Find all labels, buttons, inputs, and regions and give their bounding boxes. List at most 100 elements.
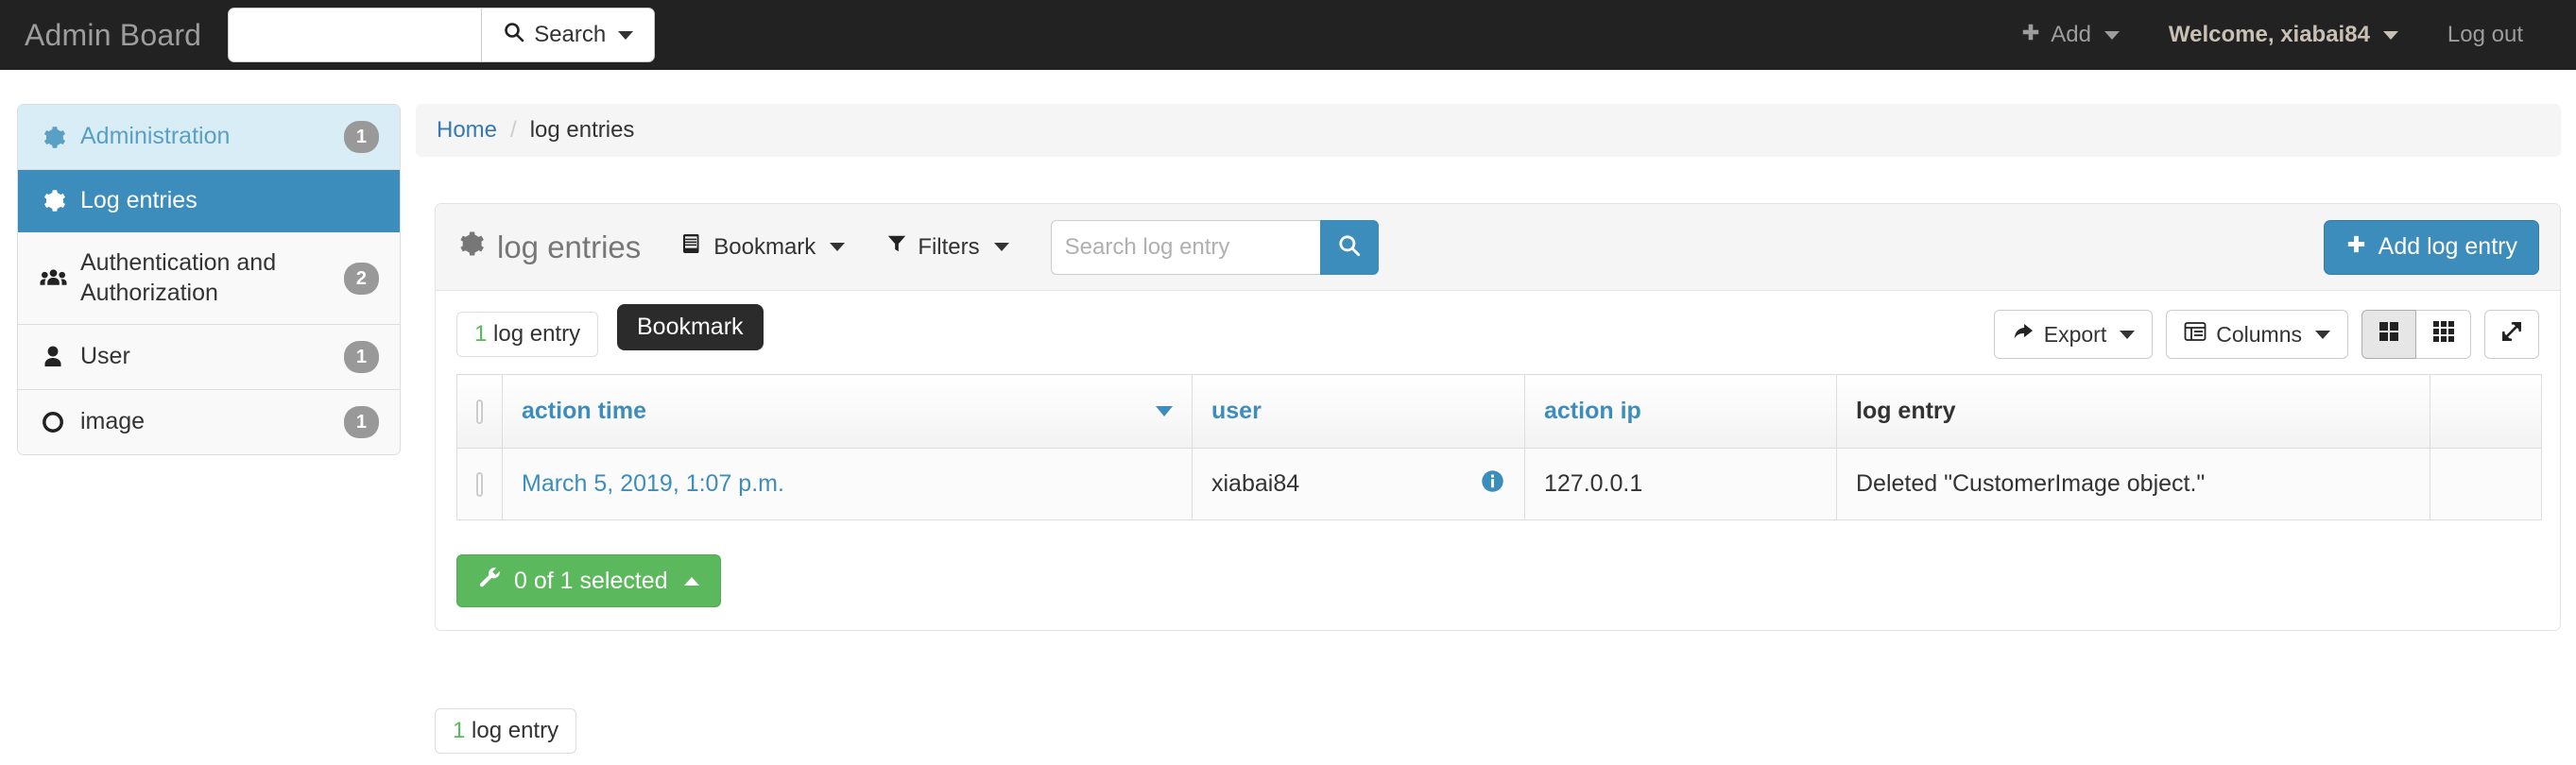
select-all-header — [456, 374, 503, 449]
sidebar-item-label: Administration — [80, 123, 231, 150]
columns-label: Columns — [2216, 321, 2302, 347]
gear-icon — [39, 125, 67, 150]
filters-dropdown[interactable]: Filters — [886, 233, 1009, 261]
wrench-icon — [478, 566, 502, 596]
column-header-user[interactable]: user — [1192, 374, 1525, 449]
search-icon — [1337, 233, 1362, 261]
sidebar-item-log-entries[interactable]: Log entries — [18, 170, 400, 233]
circle-icon — [39, 410, 67, 434]
user-value: xiabai84 — [1211, 470, 1300, 497]
sidebar-item-label: Authentication and Authorization — [80, 249, 277, 306]
sidebar-item-authentication-and-authorization[interactable]: Authentication and Authorization 2 — [18, 232, 400, 325]
cell-actions — [2430, 448, 2542, 520]
global-search-button[interactable]: Search — [481, 8, 656, 62]
sidebar-item-label: image — [80, 408, 146, 435]
expand-arrows-icon — [2499, 319, 2524, 349]
sidebar-item-badge: 1 — [343, 121, 379, 153]
table-row[interactable]: March 5, 2019, 1:07 p.m. xiabai84 127.0.… — [456, 448, 2542, 520]
bookmark-dropdown[interactable]: Bookmark — [680, 232, 846, 262]
columns-dropdown[interactable]: Columns — [2166, 310, 2348, 359]
export-label: Export — [2043, 321, 2107, 347]
brand-title[interactable]: Admin Board — [25, 18, 201, 53]
sidebar-item-administration[interactable]: Administration 1 — [18, 105, 400, 170]
panel-heading: log entries Bookmark Filters Search log … — [436, 204, 2560, 291]
share-arrow-icon — [2012, 320, 2035, 348]
cell-action-time: March 5, 2019, 1:07 p.m. — [502, 448, 1193, 520]
column-header-label: action time — [522, 398, 646, 424]
table-header-row: action time user action ip log entry — [456, 374, 2542, 449]
footer-result-count-number: 1 — [453, 718, 466, 743]
info-icon[interactable] — [1480, 468, 1505, 501]
bookmark-label: Bookmark — [713, 233, 816, 260]
selection-actions-button[interactable]: 0 of 1 selected — [456, 554, 721, 607]
log-entry-search-button[interactable] — [1319, 219, 1379, 275]
gear-icon — [39, 188, 67, 213]
view-mode-grid-3x3-button[interactable] — [2416, 310, 2471, 359]
column-header-label: user — [1211, 398, 1262, 424]
user-icon — [39, 345, 67, 369]
top-navbar: Admin Board Search Add Welcome, xiabai84… — [0, 0, 2576, 70]
breadcrumb-current: log entries — [529, 117, 635, 143]
fullscreen-toggle-button[interactable] — [2484, 310, 2539, 359]
column-header-action-ip[interactable]: action ip — [1524, 374, 1837, 449]
sidebar: Administration 1 Log entries Authenticat… — [17, 104, 401, 455]
chevron-up-icon — [683, 576, 699, 586]
column-header-action-time[interactable]: action time — [502, 374, 1193, 449]
log-entry-search-input[interactable] — [1050, 219, 1320, 275]
users-icon — [39, 266, 67, 291]
export-dropdown[interactable]: Export — [1993, 310, 2154, 359]
result-count-text: log entry — [493, 321, 581, 347]
nav-add-label: Add — [2051, 22, 2091, 47]
global-search-button-label: Search — [534, 22, 607, 47]
result-count-number: 1 — [474, 321, 488, 347]
grid-2x2-icon — [2377, 319, 2401, 349]
nav-add-menu[interactable]: Add — [1996, 22, 2144, 49]
row-checkbox[interactable] — [476, 471, 483, 497]
chevron-down-icon — [2104, 30, 2120, 40]
view-mode-group — [2361, 310, 2471, 359]
chevron-down-icon — [993, 243, 1009, 251]
bookmark-tooltip: Bookmark — [617, 304, 764, 350]
list-icon — [2184, 321, 2207, 348]
nav-user-menu[interactable]: Welcome, xiabai84 — [2144, 22, 2423, 48]
chevron-down-icon — [2120, 330, 2136, 339]
footer-count-wrapper: 1 log entry — [435, 708, 577, 754]
plus-icon — [2345, 233, 2367, 262]
result-count-badge: 1 log entry — [456, 312, 599, 357]
chevron-down-icon — [2315, 330, 2330, 339]
chevron-down-icon — [830, 243, 846, 251]
add-log-entry-label: Add log entry — [2378, 233, 2517, 260]
global-search-input[interactable] — [228, 8, 482, 62]
filters-label: Filters — [918, 233, 980, 260]
breadcrumb: Home / log entries — [416, 104, 2561, 157]
action-time-link[interactable]: March 5, 2019, 1:07 p.m. — [522, 470, 784, 497]
log-entries-table: action time user action ip log entry Mar… — [456, 374, 2542, 520]
add-log-entry-button[interactable]: Add log entry — [2323, 219, 2539, 275]
page-title-label: log entries — [497, 229, 642, 264]
filter-icon — [886, 233, 907, 261]
admin-board-page: Admin Board Search Add Welcome, xiabai84… — [0, 0, 2576, 765]
panel-body: 1 log entry Bookmark Export Columns acti… — [436, 291, 2560, 630]
navbar-search-group: Search — [228, 8, 656, 62]
search-icon — [503, 21, 525, 50]
cell-user: xiabai84 — [1192, 448, 1525, 520]
select-all-checkbox[interactable] — [476, 399, 483, 424]
breadcrumb-separator: / — [510, 117, 517, 143]
page-title: log entries — [456, 230, 641, 265]
column-header-actions — [2430, 374, 2542, 449]
sidebar-item-user[interactable]: User 1 — [18, 324, 400, 390]
table-toolbar-right: Export Columns — [1993, 310, 2539, 359]
nav-logout-link[interactable]: Log out — [2423, 22, 2548, 48]
sidebar-item-image[interactable]: image 1 — [18, 389, 400, 454]
column-header-label: log entry — [1856, 398, 1956, 424]
selection-actions-label: 0 of 1 selected — [514, 567, 668, 594]
sort-descending-icon — [1156, 406, 1173, 416]
chevron-down-icon — [618, 30, 634, 40]
sidebar-item-label: User — [80, 343, 130, 370]
grid-3x3-icon — [2431, 319, 2456, 349]
nav-logout-label: Log out — [2447, 22, 2523, 47]
view-mode-grid-2x2-button[interactable] — [2361, 310, 2416, 359]
cell-log-entry: Deleted "CustomerImage object." — [1836, 448, 2430, 520]
breadcrumb-home-link[interactable]: Home — [437, 117, 497, 144]
row-select-cell — [456, 448, 503, 520]
